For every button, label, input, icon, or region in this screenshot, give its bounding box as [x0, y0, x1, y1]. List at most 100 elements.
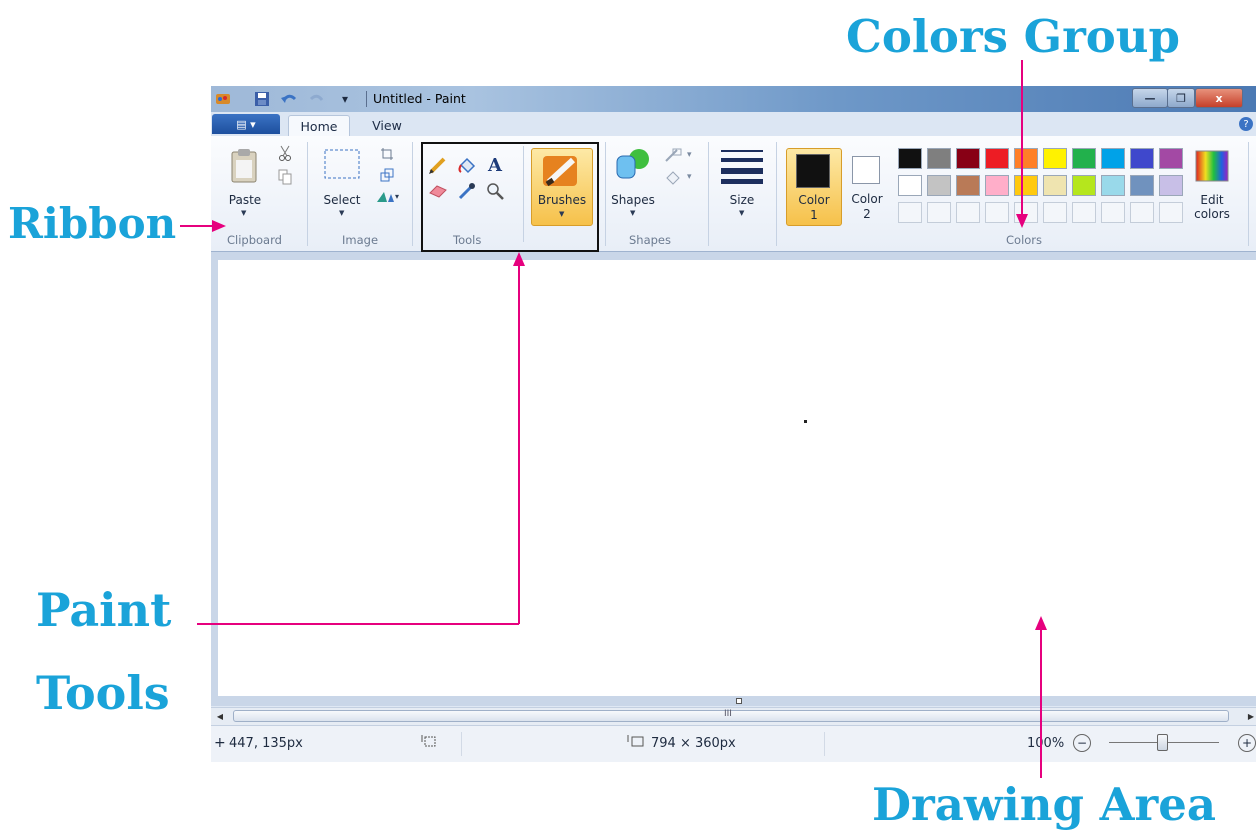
canvas-dot [804, 420, 807, 423]
color1-label: Color [798, 193, 830, 207]
undo-icon[interactable] [279, 90, 299, 108]
shape-fill-icon[interactable]: ▾ [663, 168, 699, 186]
close-button[interactable]: x [1195, 88, 1243, 108]
text-icon[interactable]: A [484, 154, 506, 176]
zoom-slider-thumb[interactable] [1157, 734, 1168, 751]
cut-icon[interactable] [277, 144, 293, 162]
size-icon[interactable] [211, 136, 253, 174]
copy-icon[interactable] [277, 168, 293, 186]
crop-icon[interactable] [379, 146, 395, 162]
select-button[interactable]: Select [321, 193, 363, 207]
tools-callout: Tools [36, 666, 170, 720]
scroll-right-icon[interactable]: ▶ [1246, 709, 1256, 723]
paste-button[interactable]: Paste [225, 193, 265, 207]
customize-quick-access-icon[interactable]: ▾ [339, 90, 351, 108]
palette-swatch[interactable] [1159, 148, 1183, 169]
color2-label: Color [851, 192, 883, 206]
shapes-dropdown-icon[interactable]: ▼ [630, 209, 635, 217]
paste-dropdown-icon[interactable]: ▼ [241, 209, 246, 217]
canvas[interactable] [218, 260, 1256, 696]
minimize-button[interactable]: — [1132, 88, 1168, 108]
palette-swatch[interactable] [1159, 175, 1183, 196]
palette-swatch[interactable] [898, 148, 922, 169]
shapes-icon[interactable] [613, 146, 653, 182]
separator [412, 142, 413, 246]
canvas-size-icon [627, 734, 645, 752]
outline-icon[interactable]: ▾ [663, 146, 699, 164]
scroll-thumb[interactable]: III [233, 709, 1229, 722]
separator [605, 142, 606, 246]
shapes-button[interactable]: Shapes [609, 193, 657, 207]
palette-swatch[interactable] [1014, 175, 1038, 196]
separator [776, 142, 777, 246]
size-lines-icon[interactable] [721, 150, 763, 184]
selection-size-icon [421, 734, 437, 752]
size-dropdown-icon[interactable]: ▼ [739, 209, 744, 217]
ribbon-callout: Ribbon [8, 199, 177, 248]
custom-color-slot[interactable] [1072, 202, 1096, 223]
palette-swatch[interactable] [927, 175, 951, 196]
select-icon[interactable] [323, 148, 361, 180]
custom-color-slot[interactable] [1014, 202, 1038, 223]
pencil-icon[interactable] [427, 154, 449, 176]
paint-app-icon[interactable] [214, 90, 232, 108]
cursor-position-icon: + [214, 735, 226, 751]
palette-swatch[interactable] [1072, 148, 1096, 169]
maximize-button[interactable]: ❐ [1167, 88, 1195, 108]
file-menu-button[interactable]: ▤ ▾ [212, 114, 280, 134]
redo-icon[interactable] [307, 90, 327, 108]
drawing-area-callout: Drawing Area [872, 778, 1216, 831]
edit-colors-button[interactable]: Edit [1187, 193, 1237, 207]
ribbon-tab-row: ▤ ▾ Home View ? [211, 112, 1256, 137]
resize-icon[interactable] [379, 167, 395, 183]
color2-button[interactable]: Color 2 [845, 148, 889, 224]
ribbon: Paste ▼ Clipboard Select ▼ ▾ Image A Too… [211, 136, 1256, 252]
palette-swatch[interactable] [1130, 148, 1154, 169]
palette-swatch[interactable] [956, 148, 980, 169]
custom-color-slot[interactable] [1101, 202, 1125, 223]
custom-color-slot[interactable] [956, 202, 980, 223]
edit-colors-icon[interactable] [1195, 150, 1229, 182]
brushes-button[interactable]: Brushes ▼ [531, 148, 593, 226]
fill-icon[interactable] [456, 154, 478, 176]
custom-color-slot[interactable] [1130, 202, 1154, 223]
zoom-out-button[interactable]: − [1073, 734, 1091, 752]
brushes-label: Brushes [537, 193, 587, 207]
horizontal-scrollbar[interactable]: ◀ III ▶ [211, 707, 1256, 725]
scroll-left-icon[interactable]: ◀ [213, 709, 227, 723]
magnifier-icon[interactable] [484, 180, 506, 202]
palette-swatch[interactable] [1101, 175, 1125, 196]
palette-swatch[interactable] [985, 175, 1009, 196]
separator [307, 142, 308, 246]
palette-swatch[interactable] [1130, 175, 1154, 196]
eraser-icon[interactable] [427, 180, 449, 202]
zoom-in-button[interactable]: + [1238, 734, 1256, 752]
palette-swatch[interactable] [1043, 175, 1067, 196]
custom-color-slot[interactable] [1043, 202, 1067, 223]
select-dropdown-icon[interactable]: ▼ [339, 209, 344, 217]
palette-swatch[interactable] [1014, 148, 1038, 169]
custom-color-slot[interactable] [1159, 202, 1183, 223]
rotate-icon[interactable]: ▾ [375, 189, 401, 205]
custom-color-slot[interactable] [927, 202, 951, 223]
palette-swatch[interactable] [1072, 175, 1096, 196]
custom-color-slot[interactable] [898, 202, 922, 223]
palette-swatch[interactable] [956, 175, 980, 196]
shapes-group-label: Shapes [629, 233, 672, 247]
color1-button[interactable]: Color 1 [786, 148, 842, 226]
help-icon[interactable]: ? [1239, 117, 1253, 131]
tab-view[interactable]: View [361, 115, 413, 136]
custom-color-slot[interactable] [985, 202, 1009, 223]
palette-swatch[interactable] [1043, 148, 1067, 169]
palette-swatch[interactable] [927, 148, 951, 169]
palette-swatch[interactable] [898, 175, 922, 196]
palette-swatch[interactable] [985, 148, 1009, 169]
save-icon[interactable] [253, 90, 271, 108]
edit-colors-label-2: colors [1194, 207, 1230, 221]
size-button[interactable]: Size [721, 193, 763, 207]
color-picker-icon[interactable] [456, 180, 478, 202]
status-divider [461, 732, 462, 756]
canvas-resize-handle[interactable] [736, 698, 742, 704]
palette-swatch[interactable] [1101, 148, 1125, 169]
tab-home[interactable]: Home [288, 115, 350, 137]
